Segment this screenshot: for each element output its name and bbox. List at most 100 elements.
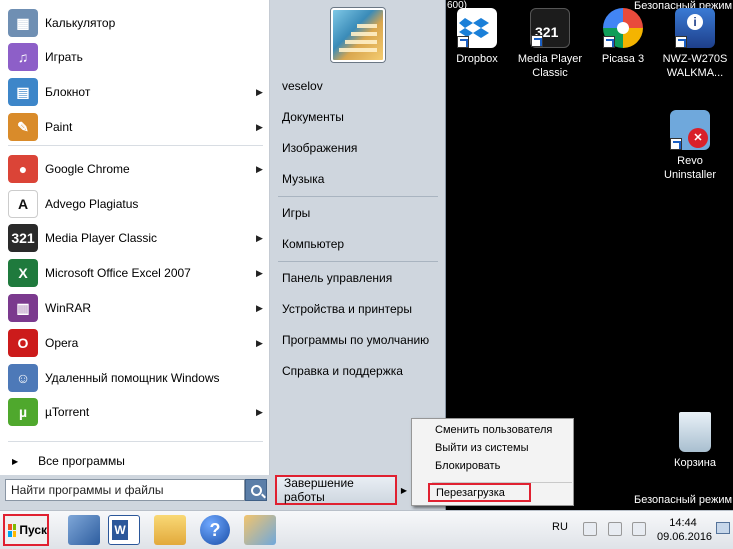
volume-muted-icon[interactable] — [632, 522, 646, 536]
control-panel-link[interactable]: Панель управления — [274, 265, 442, 291]
program-item[interactable]: ☺ Удаленный помощник Windows — [0, 361, 270, 395]
games-link[interactable]: Игры — [274, 200, 442, 226]
desktop-icon-picasa[interactable]: Picasa 3 — [588, 8, 658, 66]
program-item[interactable]: ▥ WinRAR ▶ — [0, 291, 270, 325]
program-label: Калькулятор — [45, 16, 116, 30]
music-link[interactable]: Музыка — [274, 166, 442, 192]
media-player-classic-icon: 321 — [8, 224, 38, 252]
remote-assistance-icon: ☺ — [8, 364, 38, 392]
restart-item[interactable]: Перезагрузка — [428, 483, 531, 502]
dropbox-icon — [457, 8, 497, 48]
start-search-input[interactable]: Найти программы и файлы — [5, 479, 245, 501]
program-label: µTorrent — [45, 405, 90, 419]
calculator-icon: ▦ — [8, 9, 38, 37]
explorer-folder-icon[interactable] — [154, 515, 186, 545]
menu-separator — [278, 196, 438, 197]
help-icon[interactable]: ? — [200, 515, 230, 545]
clock-date: 09.06.2016 — [657, 531, 713, 543]
user-picture[interactable] — [331, 8, 385, 62]
submenu-arrow-icon[interactable]: ▶ — [256, 268, 270, 279]
program-item[interactable]: ● Google Chrome ▶ — [0, 152, 270, 186]
program-label: Paint — [45, 120, 73, 134]
program-label: Играть — [45, 50, 83, 64]
shutdown-button[interactable]: Завершение работы — [275, 475, 397, 505]
submenu-arrow-icon[interactable]: ▶ — [256, 87, 270, 98]
remote-assistance-icon[interactable] — [68, 515, 100, 545]
lock-item[interactable]: Блокировать — [412, 457, 575, 475]
submenu-arrow-icon[interactable]: ▶ — [256, 303, 270, 314]
program-label: Google Chrome — [45, 162, 130, 176]
start-button[interactable]: Пуск — [3, 514, 49, 546]
windows-logo-icon — [8, 523, 17, 537]
start-menu-programs-pane: ▦ Калькулятор ♫ Играть ▤ Блокнот ▶ ✎ Paint ▶ ● Goog… — [0, 0, 270, 475]
word-icon[interactable]: W — [108, 515, 140, 545]
program-item[interactable]: ▤ Блокнот ▶ — [0, 75, 270, 109]
log-off-item[interactable]: Выйти из системы — [412, 439, 575, 457]
program-item[interactable]: ♫ Играть — [0, 40, 270, 74]
language-indicator[interactable]: RU — [552, 521, 568, 533]
paint-icon[interactable] — [244, 515, 276, 545]
submenu-arrow-icon[interactable]: ▶ — [256, 122, 270, 133]
revo-uninstaller-icon: ✕ — [670, 110, 710, 150]
excel-icon: X — [8, 259, 38, 287]
submenu-arrow-icon[interactable]: ▶ — [256, 407, 270, 418]
desktop-icon-dropbox[interactable]: Dropbox — [442, 8, 512, 66]
play-icon: ♫ — [8, 43, 38, 71]
program-label: WinRAR — [45, 301, 92, 315]
submenu-arrow-icon[interactable]: ▶ — [256, 233, 270, 244]
desktop-icon-walkman[interactable]: i NWZ-W270S WALKMA... — [660, 8, 730, 80]
walkman-icon: i — [675, 8, 715, 48]
program-item[interactable]: µ µTorrent ▶ — [0, 395, 270, 429]
all-programs-label: Все программы — [38, 454, 125, 468]
program-item[interactable]: A Advego Plagiatus — [0, 187, 270, 221]
clock[interactable]: 14:44 09.06.2016 — [657, 516, 713, 544]
menu-separator — [8, 145, 263, 146]
notepad-icon: ▤ — [8, 78, 38, 106]
search-button[interactable] — [245, 479, 267, 501]
documents-link[interactable]: Документы — [274, 104, 442, 130]
chrome-icon: ● — [8, 155, 38, 183]
user-folder-link[interactable]: veselov — [274, 73, 442, 99]
menu-separator — [278, 261, 438, 262]
search-icon — [250, 484, 262, 496]
safe-mode-label-bottom: Безопасный режим — [634, 494, 733, 506]
advego-icon: A — [8, 190, 38, 218]
program-item[interactable]: ✎ Paint ▶ — [0, 110, 270, 144]
utorrent-icon: µ — [8, 398, 38, 426]
desktop-icon-recycle-bin[interactable]: Корзина — [660, 412, 730, 470]
start-label: Пуск — [19, 523, 47, 537]
program-label: Microsoft Office Excel 2007 — [45, 266, 191, 280]
program-label: Advego Plagiatus — [45, 197, 139, 211]
opera-icon: O — [8, 329, 38, 357]
winrar-icon: ▥ — [8, 294, 38, 322]
network-disconnected-icon[interactable] — [608, 522, 622, 536]
desktop-icon-revo-uninstaller[interactable]: ✕ Revo Uninstaller — [655, 110, 725, 182]
program-label: Media Player Classic — [45, 231, 158, 245]
taskbar: Пуск W ? RU 14:44 09.06.2016 — [0, 510, 733, 549]
submenu-arrow-icon[interactable]: ▶ — [256, 164, 270, 175]
submenu-arrow-icon[interactable]: ▶ — [256, 338, 270, 349]
default-programs-link[interactable]: Программы по умолчанию — [274, 327, 442, 353]
devices-printers-link[interactable]: Устройства и принтеры — [274, 296, 442, 322]
desktop-icon-media-player-classic[interactable]: 321 Media Player Classic — [515, 8, 585, 80]
computer-link[interactable]: Компьютер — [274, 231, 442, 257]
program-item[interactable]: X Microsoft Office Excel 2007 ▶ — [0, 256, 270, 290]
all-programs-button[interactable]: ▶ Все программы — [0, 450, 270, 472]
shutdown-options-arrow-icon[interactable]: ▶ — [397, 477, 411, 503]
pictures-link[interactable]: Изображения — [274, 135, 442, 161]
triangle-right-icon: ▶ — [12, 456, 19, 466]
action-center-warning-icon[interactable] — [583, 522, 597, 536]
program-item[interactable]: ▦ Калькулятор — [0, 6, 270, 40]
picasa-icon — [603, 8, 643, 48]
switch-user-item[interactable]: Сменить пользователя — [412, 421, 575, 439]
help-support-link[interactable]: Справка и поддержка — [274, 358, 442, 384]
show-desktop-button[interactable] — [716, 522, 730, 534]
program-item[interactable]: O Opera ▶ — [0, 326, 270, 360]
shutdown-submenu: Сменить пользователя Выйти из системы Бл… — [411, 418, 574, 506]
program-label: Удаленный помощник Windows — [45, 371, 220, 385]
media-player-classic-icon: 321 — [530, 8, 570, 48]
menu-separator — [8, 441, 263, 442]
start-menu: ▦ Калькулятор ♫ Играть ▤ Блокнот ▶ ✎ Paint ▶ ● Goog… — [0, 0, 446, 510]
clock-time: 14:44 — [669, 517, 697, 529]
program-item[interactable]: 321 Media Player Classic ▶ — [0, 221, 270, 255]
